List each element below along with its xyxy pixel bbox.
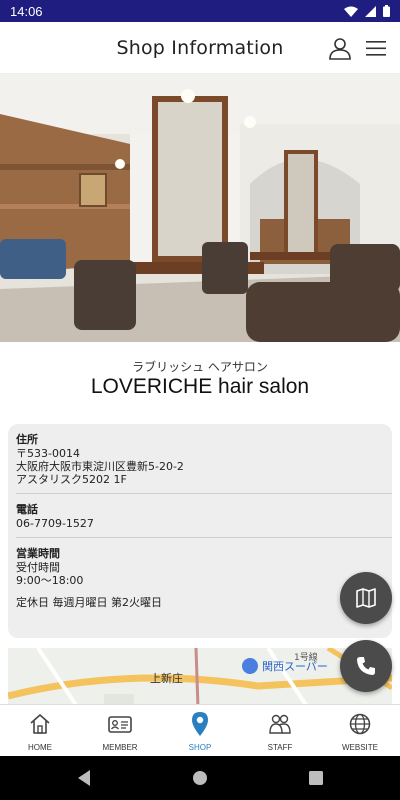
call-fab-button[interactable] xyxy=(340,640,392,692)
shop-name-kana: ラブリッシュ ヘアサロン xyxy=(132,360,268,374)
menu-icon[interactable] xyxy=(364,38,388,58)
hours-section: 営業時間 受付時間 9:00〜18:00 定休日 毎週月曜日 第2火曜日 xyxy=(16,546,384,609)
map-label: 上新庄 xyxy=(150,671,183,685)
system-nav-bar xyxy=(0,756,400,800)
phone-icon xyxy=(357,657,375,675)
back-icon[interactable] xyxy=(76,769,92,787)
staff-icon xyxy=(269,714,291,734)
phone-section: 電話 06-7709-1527 xyxy=(16,502,384,530)
phone-label: 電話 xyxy=(16,503,38,516)
address-line: 〒533-0014 xyxy=(16,447,80,460)
home-icon xyxy=(30,714,50,734)
globe-icon xyxy=(349,713,371,735)
nav-label: MEMBER xyxy=(102,743,138,752)
user-icon[interactable] xyxy=(328,36,352,60)
divider xyxy=(16,537,392,538)
hours-line: 9:00〜18:00 xyxy=(16,574,84,587)
nav-label: SHOP xyxy=(188,743,212,752)
nav-label: STAFF xyxy=(267,743,293,752)
divider xyxy=(16,493,392,494)
holiday-text: 定休日 毎週月曜日 第2火曜日 xyxy=(16,596,162,609)
hours-line: 受付時間 xyxy=(16,561,60,574)
address-line: 大阪府大阪市東淀川区豊新5-20-2 xyxy=(16,460,184,473)
home-button-icon[interactable] xyxy=(192,770,208,786)
shop-info-card: 住所 〒533-0014 大阪府大阪市東淀川区豊新5-20-2 アスタリスク52… xyxy=(8,424,392,638)
member-card-icon xyxy=(108,716,132,733)
nav-home[interactable]: HOME xyxy=(0,705,80,757)
phone-number[interactable]: 06-7709-1527 xyxy=(16,517,384,530)
map-pin-icon xyxy=(192,712,208,736)
map-icon xyxy=(356,588,376,608)
nav-website[interactable]: WEBSITE xyxy=(320,705,400,757)
app-header: Shop Information xyxy=(0,22,400,74)
map-graphic: 上新庄 関西スーパー 1号線 xyxy=(8,648,392,708)
address-label: 住所 xyxy=(16,433,38,446)
shop-name: LOVERICHE hair salon xyxy=(90,375,310,398)
nav-label: HOME xyxy=(28,743,52,752)
address-line: アスタリスク5202 1F xyxy=(16,473,127,486)
map-fab-button[interactable] xyxy=(340,572,392,624)
battery-icon xyxy=(383,5,390,17)
address-section: 住所 〒533-0014 大阪府大阪市東淀川区豊新5-20-2 アスタリスク52… xyxy=(16,432,384,486)
nav-shop[interactable]: SHOP xyxy=(160,705,240,757)
bottom-navigation: HOME MEMBER SHOP STAFF WEBSITE xyxy=(0,704,400,756)
salon-photo xyxy=(0,74,400,342)
nav-label: WEBSITE xyxy=(341,743,378,752)
status-icons xyxy=(344,5,390,17)
status-time: 14:06 xyxy=(10,3,43,19)
map-label: 1号線 xyxy=(294,651,318,663)
recents-icon[interactable] xyxy=(309,771,323,785)
nav-staff[interactable]: STAFF xyxy=(240,705,320,757)
nav-member[interactable]: MEMBER xyxy=(80,705,160,757)
signal-icon xyxy=(365,5,376,17)
shop-map[interactable]: 上新庄 関西スーパー 1号線 xyxy=(8,648,392,708)
hours-label: 営業時間 xyxy=(16,547,60,560)
wifi-icon xyxy=(344,6,358,17)
status-bar: 14:06 xyxy=(0,0,400,22)
